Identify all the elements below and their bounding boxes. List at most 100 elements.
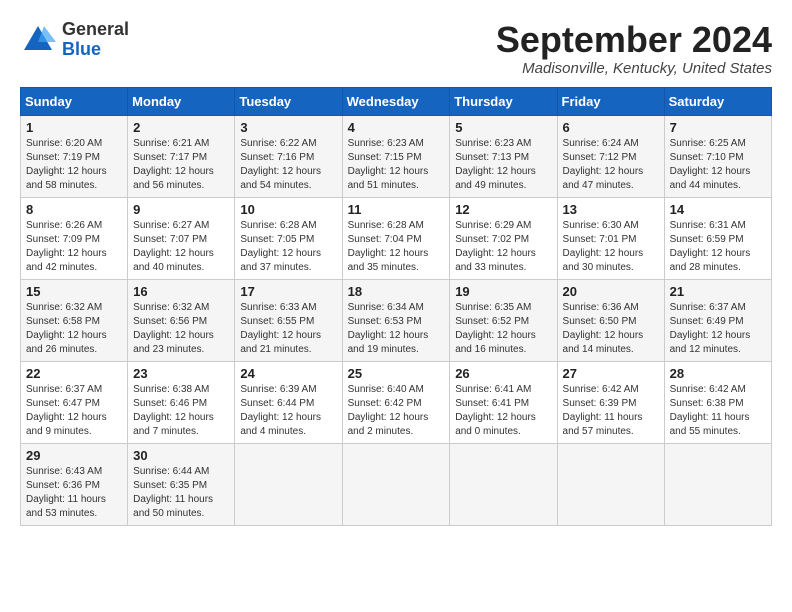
day-detail: Sunrise: 6:28 AM Sunset: 7:04 PM Dayligh… bbox=[348, 219, 445, 275]
calendar-cell: 3 Sunrise: 6:22 AM Sunset: 7:16 PM Daylig… bbox=[235, 115, 342, 197]
day-detail: Sunrise: 6:27 AM Sunset: 7:07 PM Dayligh… bbox=[133, 219, 229, 275]
day-number: 30 bbox=[133, 448, 229, 463]
calendar-cell: 7 Sunrise: 6:25 AM Sunset: 7:10 PM Daylig… bbox=[664, 115, 771, 197]
day-number: 23 bbox=[133, 366, 229, 381]
header-friday: Friday bbox=[557, 87, 664, 115]
calendar-cell: 10Sunrise: 6:28 AM Sunset: 7:05 PM Dayli… bbox=[235, 197, 342, 279]
day-detail: Sunrise: 6:41 AM Sunset: 6:41 PM Dayligh… bbox=[455, 383, 551, 439]
calendar-cell: 5Sunrise: 6:23 AM Sunset: 7:13 PM Daylig… bbox=[450, 115, 557, 197]
calendar-cell: 19 Sunrise: 6:35 AM Sunset: 6:52 PM Dayli… bbox=[450, 279, 557, 361]
location: Madisonville, Kentucky, United States bbox=[496, 60, 772, 77]
calendar-cell: 12Sunrise: 6:29 AM Sunset: 7:02 PM Dayli… bbox=[450, 197, 557, 279]
day-detail: Sunrise: 6:23 AM Sunset: 7:15 PM Dayligh… bbox=[348, 137, 445, 193]
calendar-cell: 22Sunrise: 6:37 AM Sunset: 6:47 PM Dayli… bbox=[21, 361, 128, 443]
calendar-cell: 29 Sunrise: 6:43 AM Sunset: 6:36 PM Dayli… bbox=[21, 443, 128, 525]
day-detail: Sunrise: 6:20 AM Sunset: 7:19 PM Dayligh… bbox=[26, 137, 122, 193]
calendar-cell: 2 Sunrise: 6:21 AM Sunset: 7:17 PM Daylig… bbox=[128, 115, 235, 197]
day-number: 25 bbox=[348, 366, 445, 381]
day-detail: Sunrise: 6:34 AM Sunset: 6:53 PM Dayligh… bbox=[348, 301, 445, 357]
day-detail: Sunrise: 6:28 AM Sunset: 7:05 PM Dayligh… bbox=[240, 219, 336, 275]
calendar-cell: 9 Sunrise: 6:27 AM Sunset: 7:07 PM Daylig… bbox=[128, 197, 235, 279]
week-row-1: 1Sunrise: 6:20 AM Sunset: 7:19 PM Daylig… bbox=[21, 115, 772, 197]
calendar-cell: 14 Sunrise: 6:31 AM Sunset: 6:59 PM Dayli… bbox=[664, 197, 771, 279]
logo-text: General Blue bbox=[62, 20, 129, 60]
day-detail: Sunrise: 6:32 AM Sunset: 6:58 PM Dayligh… bbox=[26, 301, 122, 357]
header-thursday: Thursday bbox=[450, 87, 557, 115]
calendar-cell bbox=[450, 443, 557, 525]
day-detail: Sunrise: 6:33 AM Sunset: 6:55 PM Dayligh… bbox=[240, 301, 336, 357]
day-number: 4 bbox=[348, 120, 445, 135]
day-detail: Sunrise: 6:25 AM Sunset: 7:10 PM Dayligh… bbox=[670, 137, 766, 193]
calendar-cell: 24 Sunrise: 6:39 AM Sunset: 6:44 PM Dayli… bbox=[235, 361, 342, 443]
day-number: 3 bbox=[240, 120, 336, 135]
day-number: 16 bbox=[133, 284, 229, 299]
day-detail: Sunrise: 6:24 AM Sunset: 7:12 PM Dayligh… bbox=[563, 137, 659, 193]
day-number: 9 bbox=[133, 202, 229, 217]
header-wednesday: Wednesday bbox=[342, 87, 450, 115]
week-row-4: 22Sunrise: 6:37 AM Sunset: 6:47 PM Dayli… bbox=[21, 361, 772, 443]
day-detail: Sunrise: 6:42 AM Sunset: 6:39 PM Dayligh… bbox=[563, 383, 659, 439]
day-detail: Sunrise: 6:40 AM Sunset: 6:42 PM Dayligh… bbox=[348, 383, 445, 439]
day-detail: Sunrise: 6:39 AM Sunset: 6:44 PM Dayligh… bbox=[240, 383, 336, 439]
calendar-cell bbox=[235, 443, 342, 525]
calendar-cell: 25 Sunrise: 6:40 AM Sunset: 6:42 PM Dayli… bbox=[342, 361, 450, 443]
day-detail: Sunrise: 6:36 AM Sunset: 6:50 PM Dayligh… bbox=[563, 301, 659, 357]
header-tuesday: Tuesday bbox=[235, 87, 342, 115]
calendar-cell: 6 Sunrise: 6:24 AM Sunset: 7:12 PM Daylig… bbox=[557, 115, 664, 197]
calendar-cell: 20Sunrise: 6:36 AM Sunset: 6:50 PM Dayli… bbox=[557, 279, 664, 361]
week-row-2: 8 Sunrise: 6:26 AM Sunset: 7:09 PM Daylig… bbox=[21, 197, 772, 279]
day-number: 26 bbox=[455, 366, 551, 381]
day-detail: Sunrise: 6:29 AM Sunset: 7:02 PM Dayligh… bbox=[455, 219, 551, 275]
header-sunday: Sunday bbox=[21, 87, 128, 115]
day-detail: Sunrise: 6:43 AM Sunset: 6:36 PM Dayligh… bbox=[26, 465, 122, 521]
day-detail: Sunrise: 6:31 AM Sunset: 6:59 PM Dayligh… bbox=[670, 219, 766, 275]
day-number: 15 bbox=[26, 284, 122, 299]
calendar-table: SundayMondayTuesdayWednesdayThursdayFrid… bbox=[20, 87, 772, 526]
calendar-cell: 23Sunrise: 6:38 AM Sunset: 6:46 PM Dayli… bbox=[128, 361, 235, 443]
header-saturday: Saturday bbox=[664, 87, 771, 115]
calendar-cell bbox=[664, 443, 771, 525]
calendar-cell: 21Sunrise: 6:37 AM Sunset: 6:49 PM Dayli… bbox=[664, 279, 771, 361]
month-title: September 2024 bbox=[496, 20, 772, 60]
day-number: 18 bbox=[348, 284, 445, 299]
logo-general: General bbox=[62, 20, 129, 40]
day-detail: Sunrise: 6:42 AM Sunset: 6:38 PM Dayligh… bbox=[670, 383, 766, 439]
day-number: 8 bbox=[26, 202, 122, 217]
calendar-cell: 15 Sunrise: 6:32 AM Sunset: 6:58 PM Dayli… bbox=[21, 279, 128, 361]
day-number: 14 bbox=[670, 202, 766, 217]
day-detail: Sunrise: 6:35 AM Sunset: 6:52 PM Dayligh… bbox=[455, 301, 551, 357]
day-number: 2 bbox=[133, 120, 229, 135]
day-number: 7 bbox=[670, 120, 766, 135]
day-detail: Sunrise: 6:23 AM Sunset: 7:13 PM Dayligh… bbox=[455, 137, 551, 193]
calendar-cell bbox=[342, 443, 450, 525]
calendar-cell: 28 Sunrise: 6:42 AM Sunset: 6:38 PM Dayli… bbox=[664, 361, 771, 443]
header-monday: Monday bbox=[128, 87, 235, 115]
day-number: 13 bbox=[563, 202, 659, 217]
day-detail: Sunrise: 6:37 AM Sunset: 6:49 PM Dayligh… bbox=[670, 301, 766, 357]
day-number: 6 bbox=[563, 120, 659, 135]
title-block: September 2024 Madisonville, Kentucky, U… bbox=[496, 20, 772, 77]
calendar-cell: 26 Sunrise: 6:41 AM Sunset: 6:41 PM Dayli… bbox=[450, 361, 557, 443]
day-number: 24 bbox=[240, 366, 336, 381]
calendar-cell: 27 Sunrise: 6:42 AM Sunset: 6:39 PM Dayli… bbox=[557, 361, 664, 443]
day-detail: Sunrise: 6:44 AM Sunset: 6:35 PM Dayligh… bbox=[133, 465, 229, 521]
day-number: 28 bbox=[670, 366, 766, 381]
day-detail: Sunrise: 6:21 AM Sunset: 7:17 PM Dayligh… bbox=[133, 137, 229, 193]
day-number: 19 bbox=[455, 284, 551, 299]
calendar-cell: 18 Sunrise: 6:34 AM Sunset: 6:53 PM Dayli… bbox=[342, 279, 450, 361]
day-detail: Sunrise: 6:22 AM Sunset: 7:16 PM Dayligh… bbox=[240, 137, 336, 193]
calendar-cell: 13 Sunrise: 6:30 AM Sunset: 7:01 PM Dayli… bbox=[557, 197, 664, 279]
day-number: 27 bbox=[563, 366, 659, 381]
calendar-cell bbox=[557, 443, 664, 525]
day-number: 11 bbox=[348, 202, 445, 217]
logo: General Blue bbox=[20, 20, 129, 60]
day-detail: Sunrise: 6:30 AM Sunset: 7:01 PM Dayligh… bbox=[563, 219, 659, 275]
calendar-cell: 1Sunrise: 6:20 AM Sunset: 7:19 PM Daylig… bbox=[21, 115, 128, 197]
logo-blue: Blue bbox=[62, 40, 129, 60]
day-detail: Sunrise: 6:26 AM Sunset: 7:09 PM Dayligh… bbox=[26, 219, 122, 275]
week-row-5: 29 Sunrise: 6:43 AM Sunset: 6:36 PM Dayli… bbox=[21, 443, 772, 525]
logo-icon bbox=[20, 22, 56, 58]
day-number: 29 bbox=[26, 448, 122, 463]
calendar-cell: 17Sunrise: 6:33 AM Sunset: 6:55 PM Dayli… bbox=[235, 279, 342, 361]
day-detail: Sunrise: 6:32 AM Sunset: 6:56 PM Dayligh… bbox=[133, 301, 229, 357]
